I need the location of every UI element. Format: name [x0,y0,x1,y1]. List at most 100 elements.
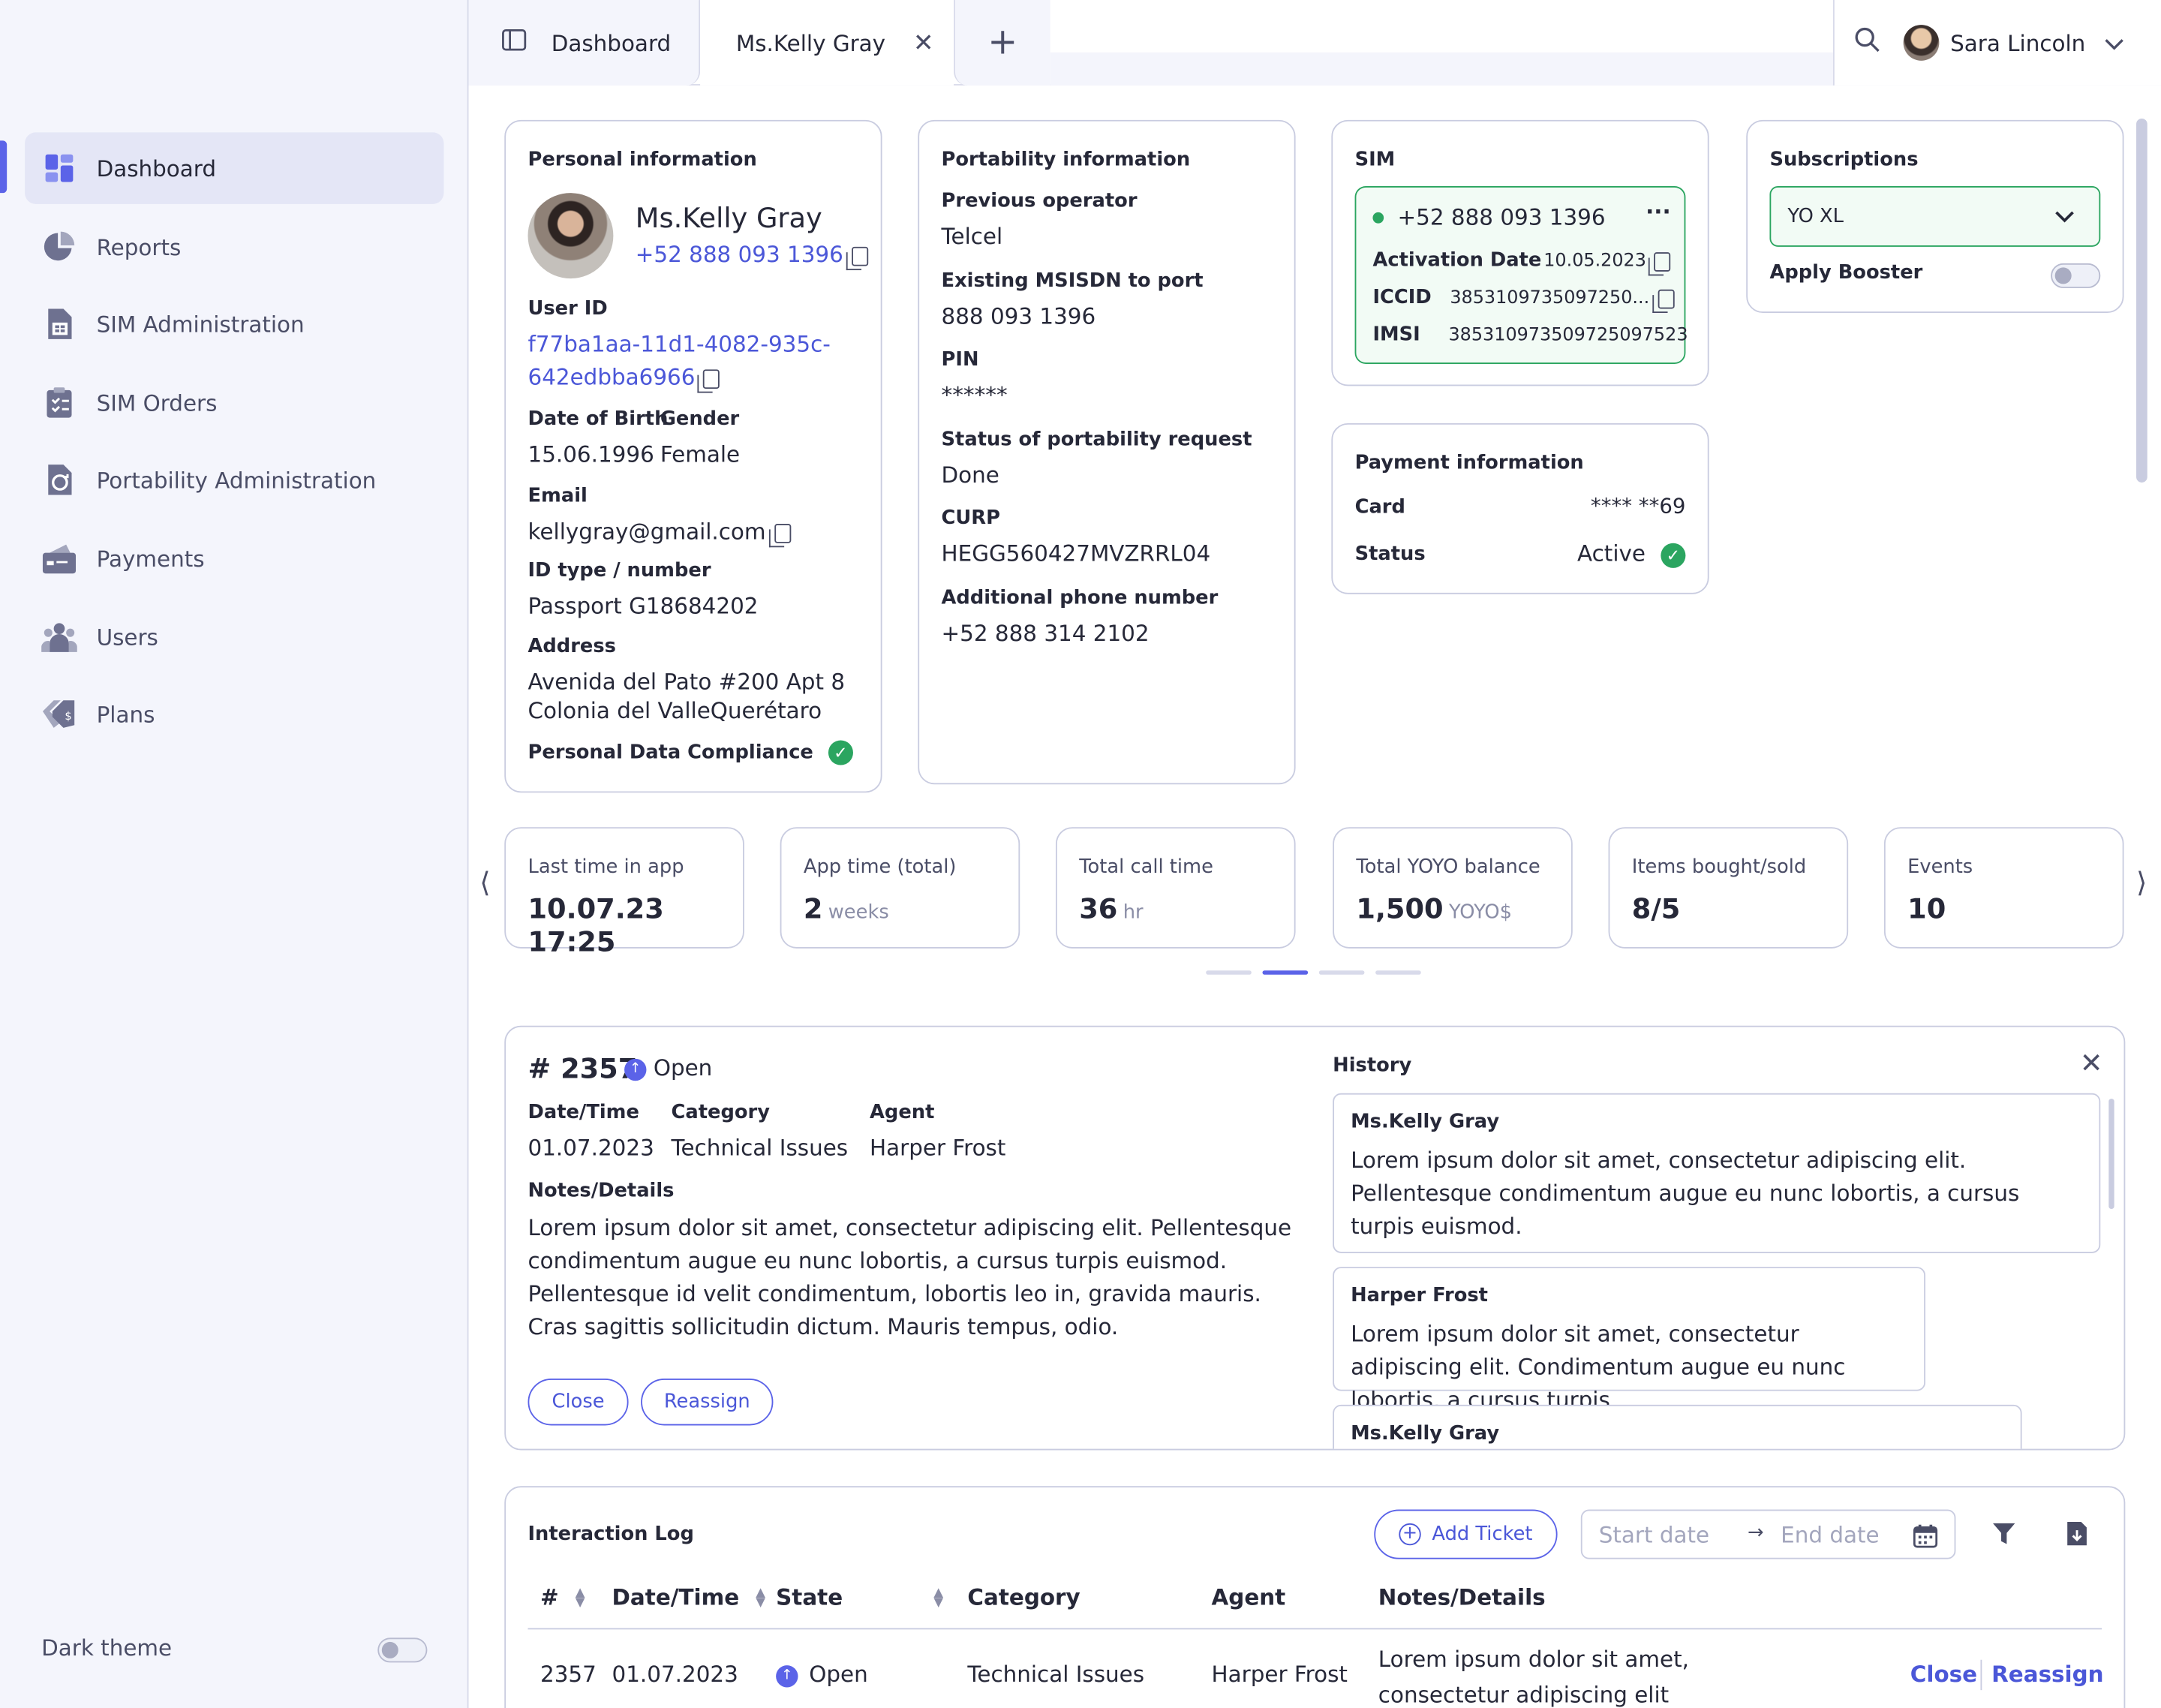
dob-value: 15.06.1996 [527,441,654,468]
sidebar-item-dashboard[interactable]: Dashboard [25,132,444,204]
sidebar-item-sim-orders[interactable]: SIM Orders [25,367,443,439]
card-title: Payment information [1354,452,1584,474]
carousel-page-2[interactable] [1262,970,1309,975]
copy-icon[interactable] [846,245,868,270]
dark-theme-label: Dark theme [41,1634,173,1661]
stat-card-app-time: App time (total) 2 weeks [780,827,1020,949]
column-header-notes: Notes/Details [1378,1583,1546,1610]
dob-label: Date of Birth [527,407,669,431]
booster-toggle[interactable] [2051,263,2101,288]
close-tab-icon[interactable]: ✕ [913,29,934,58]
copy-icon[interactable] [698,368,720,392]
more-icon[interactable]: ··· [1646,199,1670,225]
sidebar-item-label: Users [96,624,158,651]
column-header-category: Category [967,1583,1080,1610]
compliance-label: Personal Data Compliance ✓ [527,740,853,765]
sim-details[interactable]: +52 888 093 1396 ··· Activation Date 10.… [1354,185,1688,364]
open-state-icon: ↑ [776,1664,798,1687]
carousel-prev-icon[interactable]: ⟨ [479,866,490,899]
tab-customer[interactable]: Ms.Kelly Gray ✕ [700,0,954,86]
scrollbar[interactable] [2136,118,2147,483]
cell-category: Technical Issues [967,1661,1145,1688]
start-date-input[interactable]: Start date [1599,1522,1709,1548]
carousel-page-1[interactable] [1206,970,1252,975]
row-reassign-link[interactable]: Reassign [1991,1661,2103,1688]
portability-status-label: Status of portability request [941,429,1252,451]
column-header-id[interactable]: # ▲ ▼ [540,1584,585,1610]
copy-icon[interactable] [1652,288,1675,313]
history-author: Ms.Kelly Gray [1351,1111,1500,1134]
carousel-page-3[interactable] [1318,970,1365,975]
column-header-date[interactable]: Date/Time ▲ ▼ [612,1584,765,1610]
sidebar-item-users[interactable]: Users [25,601,443,673]
stat-value: 8/5 [1631,892,1681,925]
new-tab-button[interactable]: + [954,0,1050,86]
iccid-value: 3853109735097250... [1450,288,1675,313]
address-line1: Avenida del Pato #200 Apt 8 [527,668,846,695]
date-range-picker[interactable]: Start date → End date [1580,1509,1956,1559]
sidebar-item-label: Payments [96,545,205,572]
sidebar-item-payments[interactable]: Payments [25,522,443,594]
subscriptions-card: Subscriptions YO XL Apply Booster [1746,119,2124,313]
history-entry: Harper Frost Lorem ipsum dolor sit amet,… [1333,1267,1926,1413]
copy-icon[interactable] [1649,251,1672,275]
stat-value: 10.07.23 17:25 [527,892,664,958]
personal-info-card: Personal information Ms.Kelly Gray +52 8… [504,119,882,793]
pin-value: ****** [941,381,1008,408]
copy-icon[interactable] [768,523,791,547]
card-title: Personal information [527,149,757,171]
row-close-link[interactable]: Close [1910,1661,1977,1688]
close-panel-icon[interactable]: ✕ [2080,1046,2103,1079]
user-menu[interactable]: Sara Lincoln [1832,0,2161,86]
main-content: Personal information Ms.Kelly Gray +52 8… [468,85,2161,1708]
ticket-date-value: 01.07.2023 [527,1134,654,1161]
download-icon[interactable] [2066,1520,2087,1552]
close-ticket-button[interactable]: Close [527,1379,629,1426]
sidebar-toggle-icon[interactable] [502,29,527,57]
sidebar-item-plans[interactable]: $ Plans [25,678,443,750]
customer-phone: +52 888 093 1396 [636,241,868,270]
reassign-button[interactable]: Reassign [641,1379,774,1426]
payment-card: Payment information Card **** **69 Statu… [1331,422,1709,594]
filter-icon[interactable] [1991,1520,2016,1550]
add-ticket-button[interactable]: + Add Ticket [1374,1509,1558,1559]
portability-status-value: Done [941,462,999,489]
sim-card-icon [41,306,77,342]
sort-icon[interactable]: ▲ ▼ [756,1586,765,1608]
card-value: **** **69 [1590,493,1686,519]
sim-card: SIM +52 888 093 1396 ··· Activation Date… [1331,119,1709,386]
chevron-down-icon[interactable] [2105,29,2124,56]
search-icon[interactable] [1853,26,1881,59]
history-author: Ms.Kelly Gray [1351,1422,1500,1445]
sidebar-item-portability-administration[interactable]: Portability Administration [25,444,443,516]
pie-chart-icon [41,229,77,265]
stat-label: Events [1907,856,1973,879]
active-nav-indicator [0,140,8,194]
dashboard-icon [41,150,77,186]
tab-dashboard[interactable]: Dashboard [468,0,701,86]
carousel-next-icon[interactable]: ⟩ [2136,866,2147,899]
dark-theme-toggle[interactable] [377,1637,428,1663]
column-header-state[interactable]: State ▲ ▼ [776,1584,943,1610]
end-date-input[interactable]: End date [1781,1522,1879,1548]
email-label: Email [527,485,588,508]
sidebar-item-label: SIM Administration [96,311,305,338]
history-scrollbar[interactable] [2108,1099,2114,1210]
sort-icon[interactable]: ▲ ▼ [933,1586,943,1608]
sidebar-item-sim-administration[interactable]: SIM Administration [25,288,443,360]
plan-select[interactable]: YO XL [1769,185,2101,247]
imsi-label: IMSI [1372,323,1420,347]
msisdn-label: Existing MSISDN to port [941,270,1204,293]
stat-card-balance: Total YOYO balance 1,500 YOYO$ [1333,827,1573,949]
carousel-page-4[interactable] [1375,970,1421,975]
stat-label: Total call time [1079,856,1213,879]
calendar-icon[interactable] [1913,1523,1938,1553]
sort-icon[interactable]: ▲ ▼ [576,1586,585,1608]
stat-label: App time (total) [803,856,957,879]
history-author: Harper Frost [1351,1285,1488,1307]
stat-value: 10 [1907,892,1946,925]
column-header-agent: Agent [1211,1583,1286,1610]
sidebar-item-reports[interactable]: Reports [25,211,443,283]
gender-label: Gender [660,407,740,431]
gender-value: Female [660,441,741,468]
